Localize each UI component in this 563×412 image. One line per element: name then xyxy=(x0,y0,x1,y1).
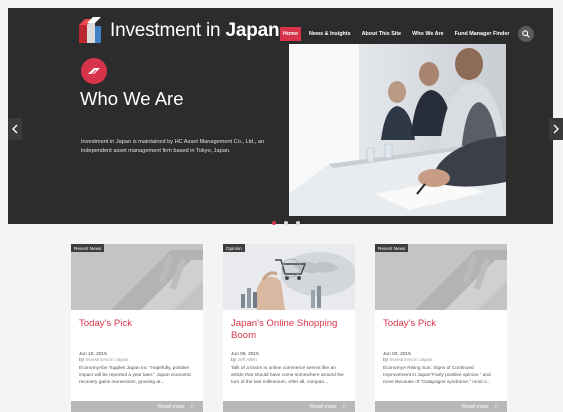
card-title[interactable]: Today's Pick xyxy=(383,318,501,330)
card-title[interactable]: Japan's Online Shopping Boom xyxy=(231,318,349,341)
hero-description: Investment in Japan is maintained by HC … xyxy=(81,139,265,154)
hero-title: Who We Are xyxy=(80,88,184,109)
card-category-tag: Recent News xyxy=(71,244,105,252)
nav-news-insights[interactable]: News & Insights xyxy=(306,27,354,41)
card-byline: by Jeff Allen xyxy=(231,358,257,363)
hero-photo xyxy=(289,44,506,216)
read-more-label: Read more xyxy=(157,403,185,410)
read-more-button[interactable]: Read more › xyxy=(71,401,203,412)
card-excerpt: Talk of a boom in online commerce seems … xyxy=(231,366,344,385)
slider-dot-3[interactable] xyxy=(296,221,300,225)
chevron-right-icon: › xyxy=(494,403,497,410)
card-date: Jun 10, 2015 xyxy=(79,352,107,357)
site-logo[interactable]: Investment in Japan xyxy=(76,17,280,45)
card-excerpt: EconomyAbe Topples Japan Inc "Hopefully,… xyxy=(79,366,192,385)
search-button[interactable] xyxy=(518,26,535,42)
arrow-logo-icon xyxy=(88,68,100,76)
card-image[interactable]: Recent News xyxy=(375,244,507,310)
card-category-tag: Recent News xyxy=(375,244,409,252)
chevron-left-icon xyxy=(12,124,18,134)
chevron-right-icon xyxy=(553,124,559,134)
news-card-3: Recent News Today's Pick Jun 03, 2015 by… xyxy=(375,244,507,412)
hero-badge xyxy=(81,58,107,84)
card-image[interactable]: Recent News xyxy=(71,244,203,310)
card-byline: by Investment in Japan xyxy=(79,358,129,363)
main-nav: Home News & Insights About This Site Who… xyxy=(280,26,535,42)
news-card-2: Opinion Japan's Online Shopping Boom Jun… xyxy=(223,244,355,412)
news-card-1: Recent News Today's Pick Jun 10, 2015 by… xyxy=(71,244,203,412)
card-author[interactable]: Investment in Japan xyxy=(85,358,128,363)
nav-who-we-are[interactable]: Who We Are xyxy=(409,27,446,41)
nav-about-this-site[interactable]: About This Site xyxy=(359,27,405,41)
read-more-label: Read more xyxy=(309,403,337,410)
card-date: Jun 08, 2015 xyxy=(231,352,259,357)
nav-home[interactable]: Home xyxy=(280,27,301,41)
card-excerpt: EconomyA Rising Sun: Signs of Continued … xyxy=(383,366,491,385)
slider-dot-2[interactable] xyxy=(284,221,288,225)
slider-dots xyxy=(272,221,308,225)
card-title[interactable]: Today's Pick xyxy=(79,318,197,330)
card-author[interactable]: Jeff Allen xyxy=(237,358,256,363)
card-date: Jun 03, 2015 xyxy=(383,352,411,357)
card-category-tag: Opinion xyxy=(223,244,245,252)
read-more-label: Read more xyxy=(461,403,489,410)
books-logo-icon xyxy=(79,17,101,43)
card-author[interactable]: Investment in Japan xyxy=(389,358,432,363)
slider-dot-1[interactable] xyxy=(272,221,276,225)
nav-fund-manager-finder[interactable]: Fund Manager Finder xyxy=(452,27,513,41)
slider-prev-button[interactable] xyxy=(8,118,22,140)
card-image[interactable]: Opinion xyxy=(223,244,355,310)
chevron-right-icon: › xyxy=(342,403,345,410)
hero-caption: Who We Are Investment in Japan is mainta… xyxy=(8,44,289,216)
card-byline: by Investment in Japan xyxy=(383,358,433,363)
chevron-right-icon: › xyxy=(190,403,193,410)
site-name: Investment in Japan xyxy=(110,20,280,41)
read-more-button[interactable]: Read more › xyxy=(223,401,355,412)
read-more-button[interactable]: Read more › xyxy=(375,401,507,412)
slider-next-button[interactable] xyxy=(549,118,563,140)
search-icon xyxy=(522,30,531,38)
